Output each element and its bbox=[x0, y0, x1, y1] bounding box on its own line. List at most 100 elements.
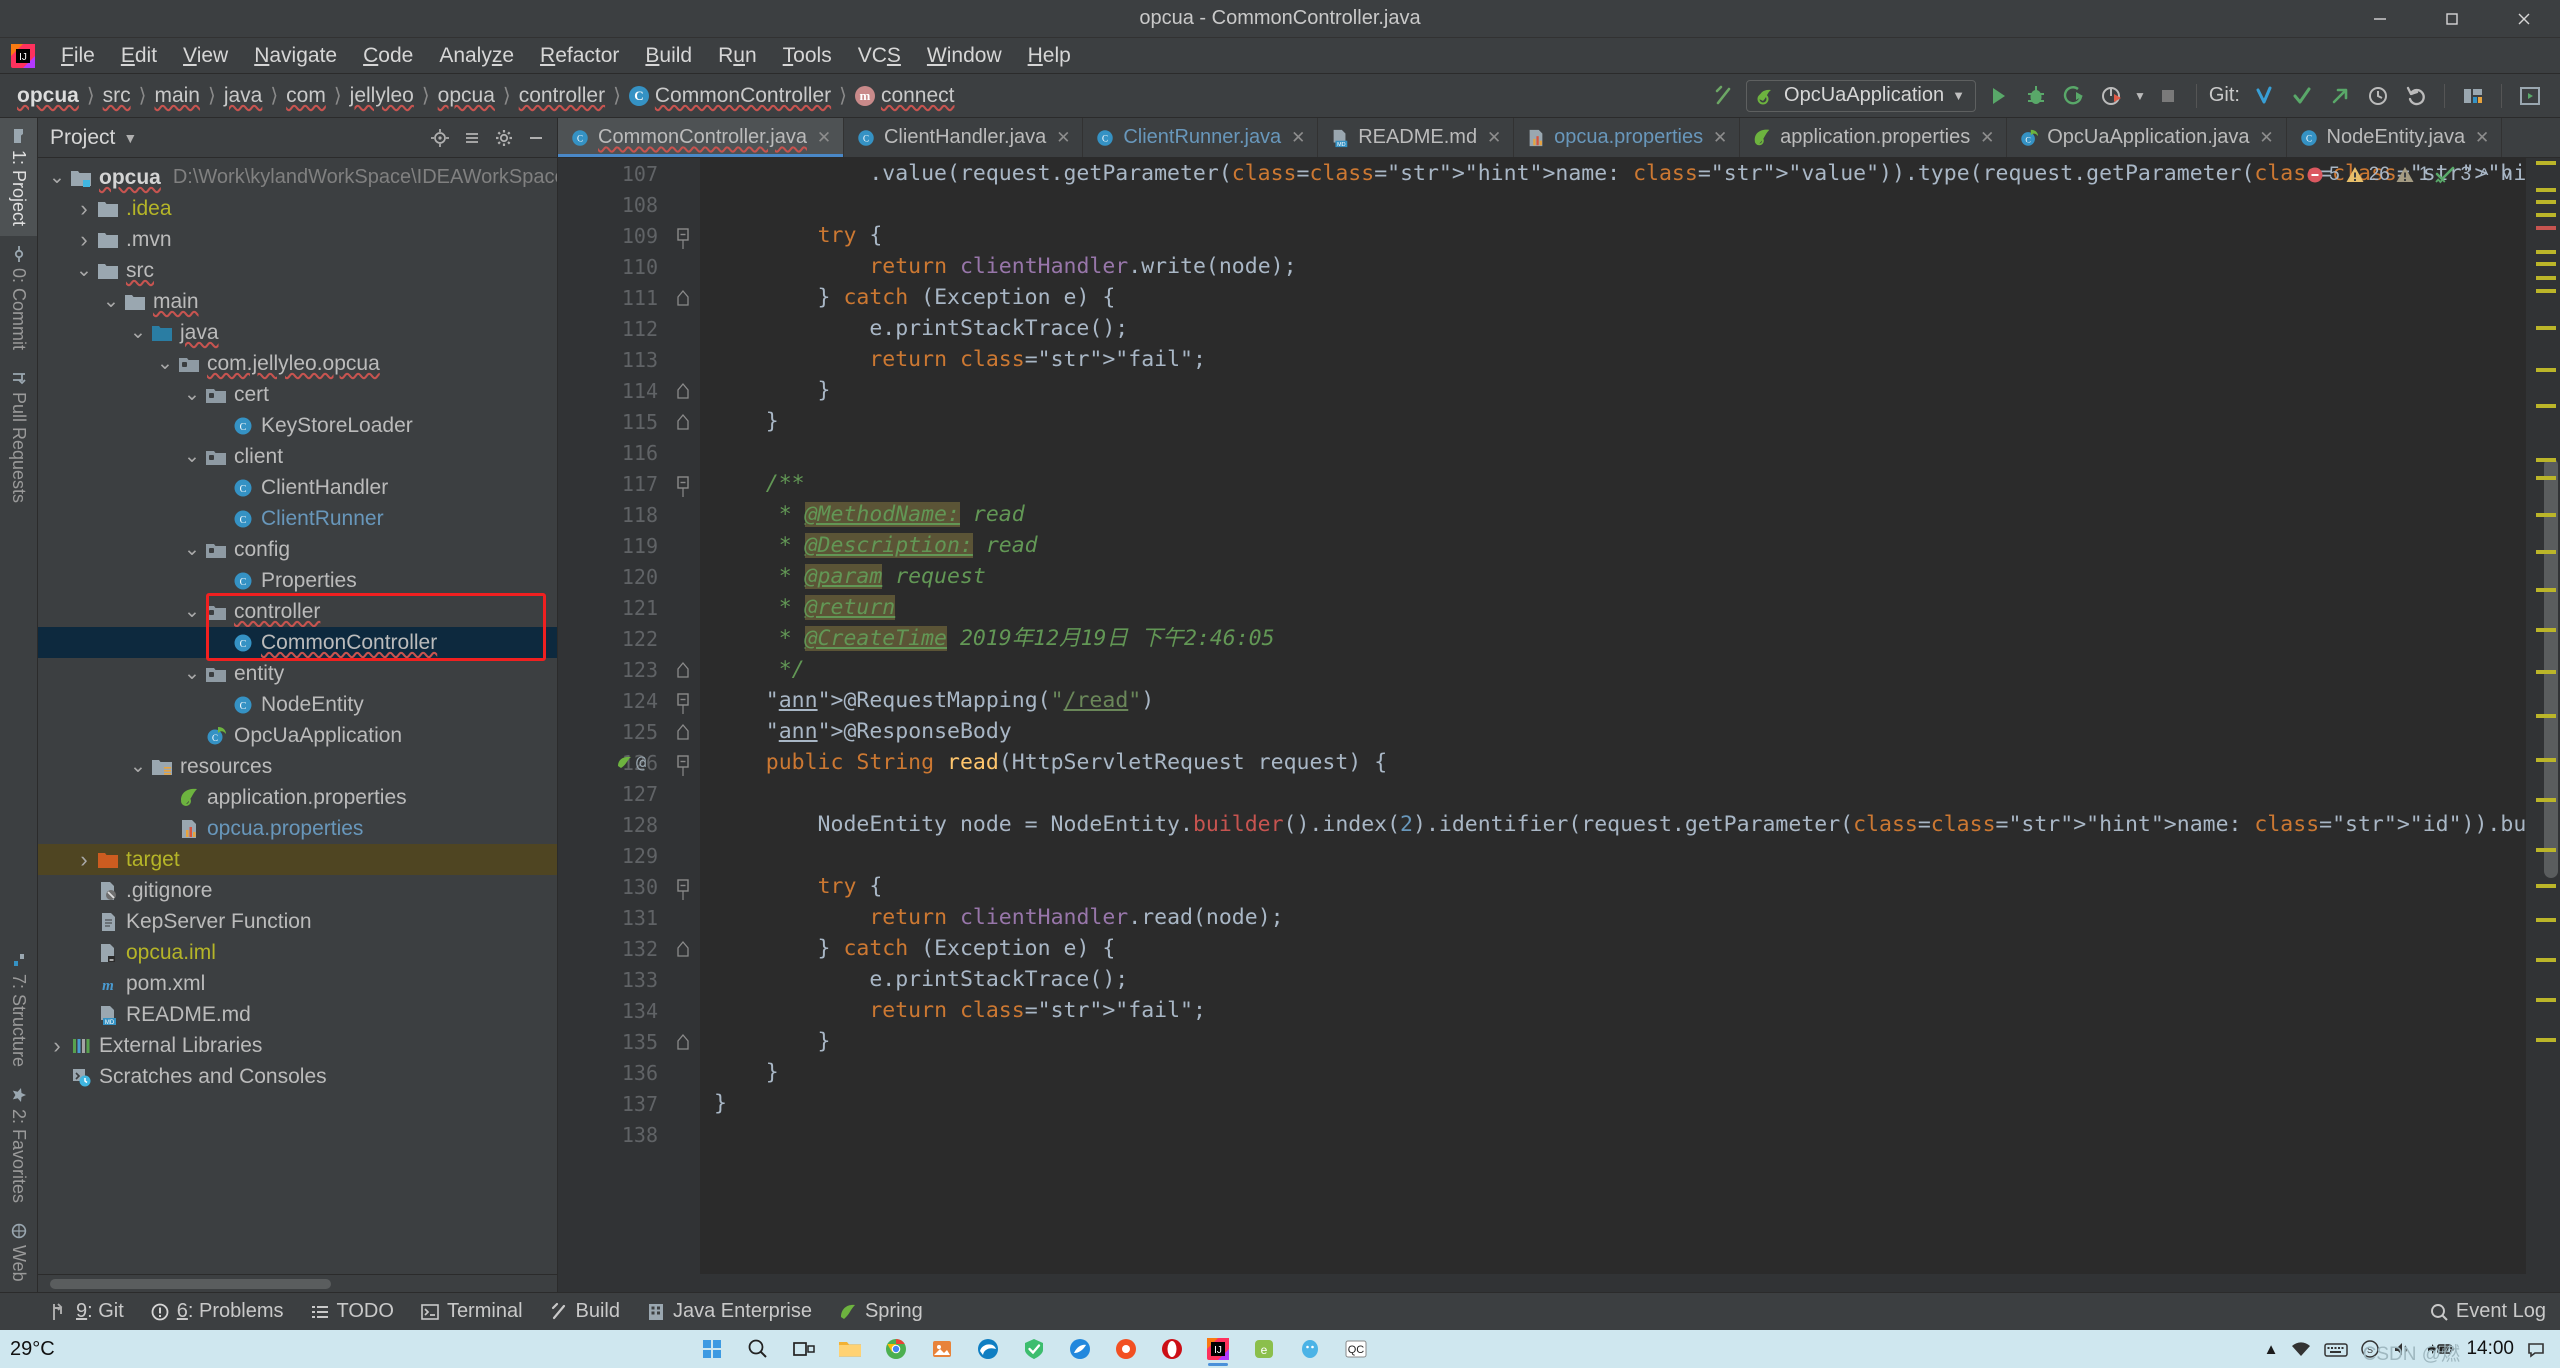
code-line[interactable]: e.printStackTrace(); bbox=[714, 313, 2526, 344]
inspection-marker[interactable] bbox=[2536, 550, 2556, 554]
menu-item-view[interactable]: View bbox=[172, 41, 239, 71]
notification-icon[interactable] bbox=[2526, 1339, 2546, 1359]
editor-tab-opcua-properties[interactable]: opcua.properties ✕ bbox=[1514, 118, 1741, 157]
chrome-icon[interactable] bbox=[874, 1331, 918, 1367]
code-line[interactable]: * @MethodName: read bbox=[714, 499, 2526, 530]
breadcrumb-item-main[interactable]: main bbox=[151, 82, 203, 110]
profiler-icon[interactable] bbox=[2096, 80, 2128, 112]
fold-end-icon[interactable] bbox=[666, 933, 700, 964]
breadcrumb-item-opcua[interactable]: opcua bbox=[435, 82, 498, 110]
inspection-marker[interactable] bbox=[2536, 213, 2556, 217]
intellij-icon[interactable]: IJ bbox=[1196, 1331, 1240, 1367]
tree-item-com-jellyleo-opcua[interactable]: ⌄ com.jellyleo.opcua bbox=[38, 348, 557, 379]
settings-gear-icon[interactable] bbox=[489, 123, 519, 153]
code-line[interactable]: return class="str">"fail"; bbox=[714, 344, 2526, 375]
search-icon[interactable] bbox=[736, 1331, 780, 1367]
tree-item-opcua-iml[interactable]: opcua.iml bbox=[38, 937, 557, 968]
editor-tab-application-properties[interactable]: application.properties ✕ bbox=[1740, 118, 2008, 157]
code-line[interactable]: "ann">@RequestMapping("/read") bbox=[714, 685, 2526, 716]
tool-button-terminal[interactable]: Terminal bbox=[411, 1297, 532, 1326]
inspection-marker[interactable] bbox=[2536, 848, 2556, 852]
code-line[interactable]: * @CreateTime 2019年12月19日 下午2:46:05 bbox=[714, 623, 2526, 654]
sidebar-item-commit[interactable]: 0: Commit bbox=[0, 236, 37, 360]
editor-scrollbar-thumb[interactable] bbox=[2544, 458, 2558, 878]
close-tab-icon[interactable]: ✕ bbox=[2473, 128, 2491, 148]
tree-item-opcua[interactable]: ⌄ opcua D:\Work\kylandWorkSpace\IDEAWorkSp… bbox=[38, 162, 557, 193]
breadcrumb-item-project[interactable]: opcua bbox=[14, 82, 82, 110]
previous-highlight-icon[interactable]: ^ bbox=[2476, 165, 2492, 186]
inspection-marker[interactable] bbox=[2536, 289, 2556, 293]
code-line[interactable]: "ann">@ResponseBody bbox=[714, 716, 2526, 747]
layout-icon[interactable] bbox=[2514, 80, 2546, 112]
code-line[interactable] bbox=[714, 840, 2526, 871]
editor-tab-clientrunner-java[interactable]: C ClientRunner.java ✕ bbox=[1083, 118, 1319, 157]
editor-tab-clienthandler-java[interactable]: C ClientHandler.java ✕ bbox=[844, 118, 1084, 157]
tree-item-config[interactable]: ⌄ config bbox=[38, 534, 557, 565]
inspection-marker[interactable] bbox=[2536, 161, 2556, 165]
tree-item-opcuaapplication[interactable]: C OpcUaApplication bbox=[38, 720, 557, 751]
chevron-up-icon[interactable]: ▲ bbox=[2264, 1341, 2279, 1358]
menu-item-navigate[interactable]: Navigate bbox=[243, 41, 348, 71]
code-line[interactable]: /** bbox=[714, 468, 2526, 499]
inspection-widget[interactable]: 5 26 1 3 ^ ˅ bbox=[2305, 164, 2516, 186]
code-line[interactable]: * @return bbox=[714, 592, 2526, 623]
breadcrumb-item-src[interactable]: src bbox=[100, 82, 134, 110]
code-line[interactable]: return clientHandler.write(node); bbox=[714, 251, 2526, 282]
code-line[interactable] bbox=[714, 1119, 2526, 1150]
taskbar-clock[interactable]: 14:00 bbox=[2466, 1339, 2514, 1359]
error-count-group[interactable]: 5 bbox=[2305, 164, 2340, 186]
security-icon[interactable] bbox=[1012, 1331, 1056, 1367]
tool-button-todo[interactable]: TODO bbox=[301, 1297, 403, 1326]
git-update-icon[interactable] bbox=[2248, 80, 2280, 112]
inspection-marker[interactable] bbox=[2536, 714, 2556, 718]
code-editor[interactable]: 107 108 109 110 111 112 113 114 115 116 117 118 119 1… bbox=[558, 158, 2560, 1274]
chevron-down-icon[interactable]: ⌄ bbox=[181, 385, 203, 404]
inspection-marker[interactable] bbox=[2536, 476, 2556, 480]
code-line[interactable]: } bbox=[714, 1057, 2526, 1088]
search-everywhere-icon[interactable] bbox=[2457, 80, 2489, 112]
tree-item-readme-md[interactable]: MD README.md bbox=[38, 999, 557, 1030]
breadcrumb-item-com[interactable]: com bbox=[283, 82, 329, 110]
sidebar-item-favorites[interactable]: 2: Favorites bbox=[0, 1077, 37, 1213]
chevron-down-icon[interactable]: ⌄ bbox=[181, 447, 203, 466]
chevron-down-icon[interactable]: ⌄ bbox=[73, 261, 95, 280]
code-line[interactable]: } bbox=[714, 375, 2526, 406]
tree-item-mvn[interactable]: › .mvn bbox=[38, 224, 557, 255]
menu-item-run[interactable]: Run bbox=[707, 41, 768, 71]
editor-tab-readme-md[interactable]: MD README.md ✕ bbox=[1318, 118, 1515, 157]
chevron-down-icon[interactable]: ▼ bbox=[2134, 89, 2146, 103]
code-line[interactable] bbox=[714, 437, 2526, 468]
file-explorer-icon[interactable] bbox=[828, 1331, 872, 1367]
scrollbar-thumb[interactable] bbox=[50, 1278, 332, 1289]
close-tab-icon[interactable]: ✕ bbox=[1485, 128, 1503, 148]
fold-open-icon[interactable] bbox=[666, 871, 700, 902]
code-line[interactable]: try { bbox=[714, 871, 2526, 902]
tree-item-commoncontroller[interactable]: C CommonController bbox=[38, 627, 557, 658]
editor-horizontal-scrollbar[interactable] bbox=[558, 1274, 2560, 1292]
editor-marker-bar[interactable] bbox=[2526, 158, 2560, 1274]
tree-item-gitignore[interactable]: .gitignore bbox=[38, 875, 557, 906]
chevron-right-icon[interactable]: › bbox=[73, 196, 95, 222]
edge-icon[interactable] bbox=[966, 1331, 1010, 1367]
tree-item-external-libraries[interactable]: › External Libraries bbox=[38, 1030, 557, 1061]
chevron-down-icon[interactable]: ⌄ bbox=[127, 323, 149, 342]
chevron-down-icon[interactable]: ⌄ bbox=[46, 168, 68, 187]
code-line[interactable]: } bbox=[714, 1088, 2526, 1119]
inspection-marker[interactable] bbox=[2536, 368, 2556, 372]
tree-item-kepserver-function[interactable]: KepServer Function bbox=[38, 906, 557, 937]
inspection-marker[interactable] bbox=[2536, 188, 2556, 192]
weather-temperature[interactable]: 29°C bbox=[10, 1338, 55, 1361]
tree-item-client[interactable]: ⌄ client bbox=[38, 441, 557, 472]
menu-item-build[interactable]: Build bbox=[634, 41, 703, 71]
inspection-marker[interactable] bbox=[2536, 404, 2556, 408]
close-tab-icon[interactable]: ✕ bbox=[2258, 128, 2276, 148]
target-icon[interactable] bbox=[425, 123, 455, 153]
chevron-right-icon[interactable]: › bbox=[73, 227, 95, 253]
chevron-down-icon[interactable]: ⌄ bbox=[181, 540, 203, 559]
inspection-marker[interactable] bbox=[2536, 670, 2556, 674]
fold-end-icon[interactable] bbox=[666, 282, 700, 313]
chevron-down-icon[interactable]: ⌄ bbox=[100, 292, 122, 311]
run-configuration-selector[interactable]: OpcUaApplication ▼ bbox=[1746, 79, 1976, 112]
tree-item-opcua-properties[interactable]: opcua.properties bbox=[38, 813, 557, 844]
menu-item-analyze[interactable]: Analyze bbox=[428, 41, 525, 71]
